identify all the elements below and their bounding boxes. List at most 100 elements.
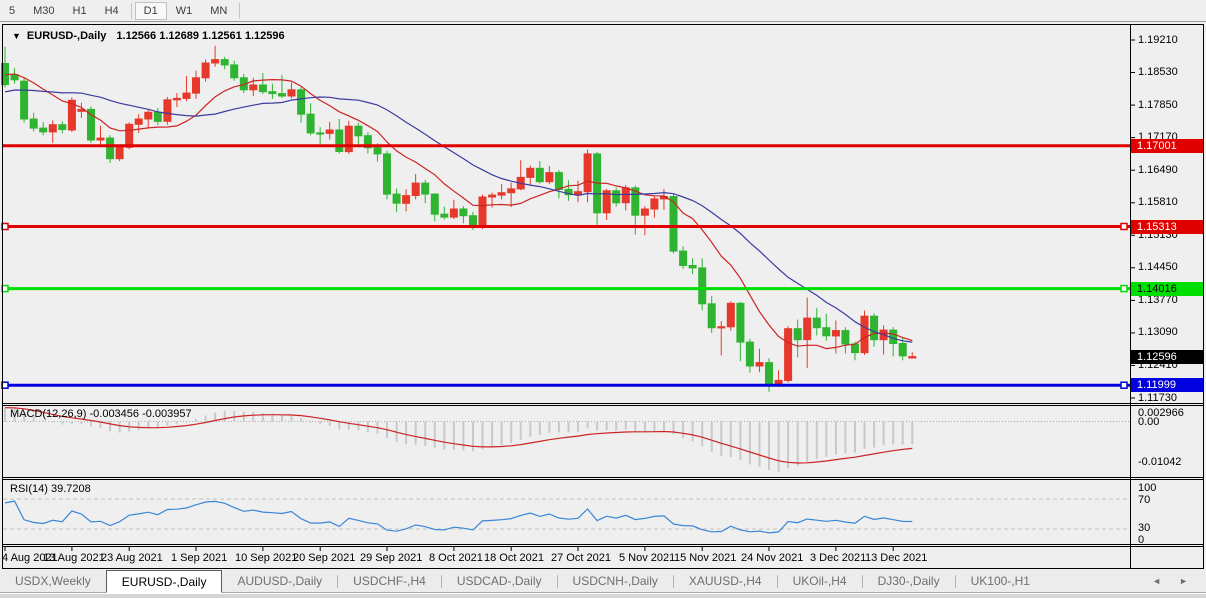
tab-audusd-daily[interactable]: AUDUSD-,Daily (222, 570, 337, 592)
candle-body-bull (135, 119, 142, 124)
candle-body-bull (97, 138, 104, 140)
macd-histogram-bar (482, 422, 484, 450)
date-axis-label: 5 Nov 2021 (619, 552, 675, 564)
tab-dj30-daily[interactable]: DJ30-,Daily (863, 570, 955, 592)
ma-slow-line (5, 90, 912, 342)
candle-body-bull (183, 93, 190, 98)
candle-body-bear (307, 114, 314, 133)
macd-histogram-bar (71, 422, 73, 424)
date-axis-label: 18 Oct 2021 (484, 552, 544, 564)
macd-histogram-bar (157, 422, 159, 428)
macd-histogram-bar (176, 422, 178, 424)
macd-histogram-bar (462, 422, 464, 451)
price-axis-label: 1.11730 (1138, 392, 1177, 404)
price-axis-label: 1.15810 (1138, 196, 1178, 208)
line-handle[interactable] (1121, 382, 1127, 388)
candle-body-bull (575, 192, 582, 195)
ma-fast-line (5, 74, 912, 349)
macd-histogram-bar (682, 422, 684, 439)
candle-body-bull (412, 183, 419, 195)
tab-usdx-weekly[interactable]: USDX,Weekly (0, 570, 106, 592)
macd-histogram-bar (711, 422, 713, 453)
price-chart-canvas[interactable] (0, 0, 1206, 598)
date-axis-label: 27 Oct 2021 (551, 552, 611, 564)
candle-body-bear (393, 194, 400, 203)
scroll-left-icon[interactable]: ◄ (1152, 576, 1161, 586)
macd-histogram-bar (739, 422, 741, 461)
candle-body-bull (498, 193, 505, 195)
candle-body-bull (622, 188, 629, 203)
candle-body-bull (584, 154, 591, 192)
macd-histogram-bar (634, 422, 636, 432)
candle-body-bull (651, 199, 658, 209)
candle-body-bear (699, 268, 706, 304)
tab-usdchf-h4[interactable]: USDCHF-,H4 (338, 570, 441, 592)
candle-body-bull (479, 197, 486, 227)
macd-histogram-bar (90, 422, 92, 427)
candle-body-bear (899, 344, 906, 356)
macd-histogram-bar (510, 422, 512, 443)
tab-eurusd-daily[interactable]: EURUSD-,Daily (106, 570, 223, 593)
candle-body-bull (718, 327, 725, 328)
tab-usdcad-daily[interactable]: USDCAD-,Daily (442, 570, 557, 592)
candle-body-bull (126, 124, 133, 147)
candle-body-bear (708, 304, 715, 328)
macd-histogram-bar (883, 422, 885, 446)
date-axis-label: 29 Sep 2021 (360, 552, 422, 564)
price-level-badge: 1.14016 (1131, 282, 1203, 296)
candle-body-bear (613, 191, 620, 203)
macd-histogram-bar (606, 422, 608, 431)
date-axis-label: 10 Sep 2021 (235, 552, 297, 564)
candle-body-bear (40, 128, 47, 132)
macd-axis-label: -0.01042 (1138, 456, 1181, 468)
macd-histogram-bar (434, 422, 436, 448)
date-axis-label: 13 Dec 2021 (865, 552, 927, 564)
macd-histogram-bar (453, 422, 455, 450)
macd-histogram-bar (186, 422, 188, 423)
macd-histogram-bar (835, 422, 837, 455)
chart-dropdown-icon[interactable]: ▼ (12, 31, 21, 41)
price-level-badge: 1.11999 (1131, 378, 1203, 392)
macd-histogram-bar (4, 408, 6, 422)
macd-histogram-bar (625, 422, 627, 430)
tab-xauusd-h4[interactable]: XAUUSD-,H4 (674, 570, 777, 592)
candle-body-bull (641, 209, 648, 215)
candle-body-bull (489, 195, 496, 197)
macd-histogram-bar (787, 422, 789, 469)
rsi-value: 39.7208 (51, 483, 91, 495)
macd-histogram-bar (644, 422, 646, 432)
rsi-panel-title: RSI(14) 39.7208 (10, 483, 91, 495)
candle-body-bear (259, 85, 266, 92)
rsi-label: RSI(14) (10, 483, 48, 495)
tab-uk100-h1[interactable]: UK100-,H1 (956, 570, 1045, 592)
candle-body-bull (832, 331, 839, 336)
candle-body-bull (546, 173, 553, 182)
date-axis-label: 3 Dec 2021 (810, 552, 866, 564)
macd-histogram-bar (663, 422, 665, 431)
line-handle[interactable] (1121, 224, 1127, 230)
line-handle[interactable] (1121, 286, 1127, 292)
candle-body-bear (374, 148, 381, 154)
macd-histogram-bar (568, 422, 570, 433)
macd-histogram-bar (529, 422, 531, 437)
date-axis-label: 1 Sep 2021 (171, 552, 227, 564)
candle-body-bear (871, 316, 878, 340)
candle-body-bear (842, 331, 849, 344)
macd-histogram-bar (587, 422, 589, 429)
rsi-axis-label: 30 (1138, 522, 1150, 534)
candle-body-bull (116, 147, 123, 159)
candle-body-bull (212, 60, 219, 63)
macd-histogram-bar (405, 422, 407, 445)
macd-histogram-bar (42, 420, 44, 421)
macd-histogram-bar (252, 412, 254, 421)
price-axis-label: 1.13770 (1138, 294, 1178, 306)
macd-histogram-bar (730, 422, 732, 457)
tab-ukoil-h4[interactable]: UKOil-,H4 (778, 570, 862, 592)
scroll-right-icon[interactable]: ► (1179, 576, 1188, 586)
macd-histogram-bar (300, 418, 302, 421)
macd-histogram-bar (310, 422, 312, 423)
tab-usdcnh-daily[interactable]: USDCNH-,Daily (558, 570, 673, 592)
candle-body-bear (441, 214, 448, 217)
macd-histogram-bar (558, 422, 560, 433)
candle-body-bear (823, 328, 830, 336)
